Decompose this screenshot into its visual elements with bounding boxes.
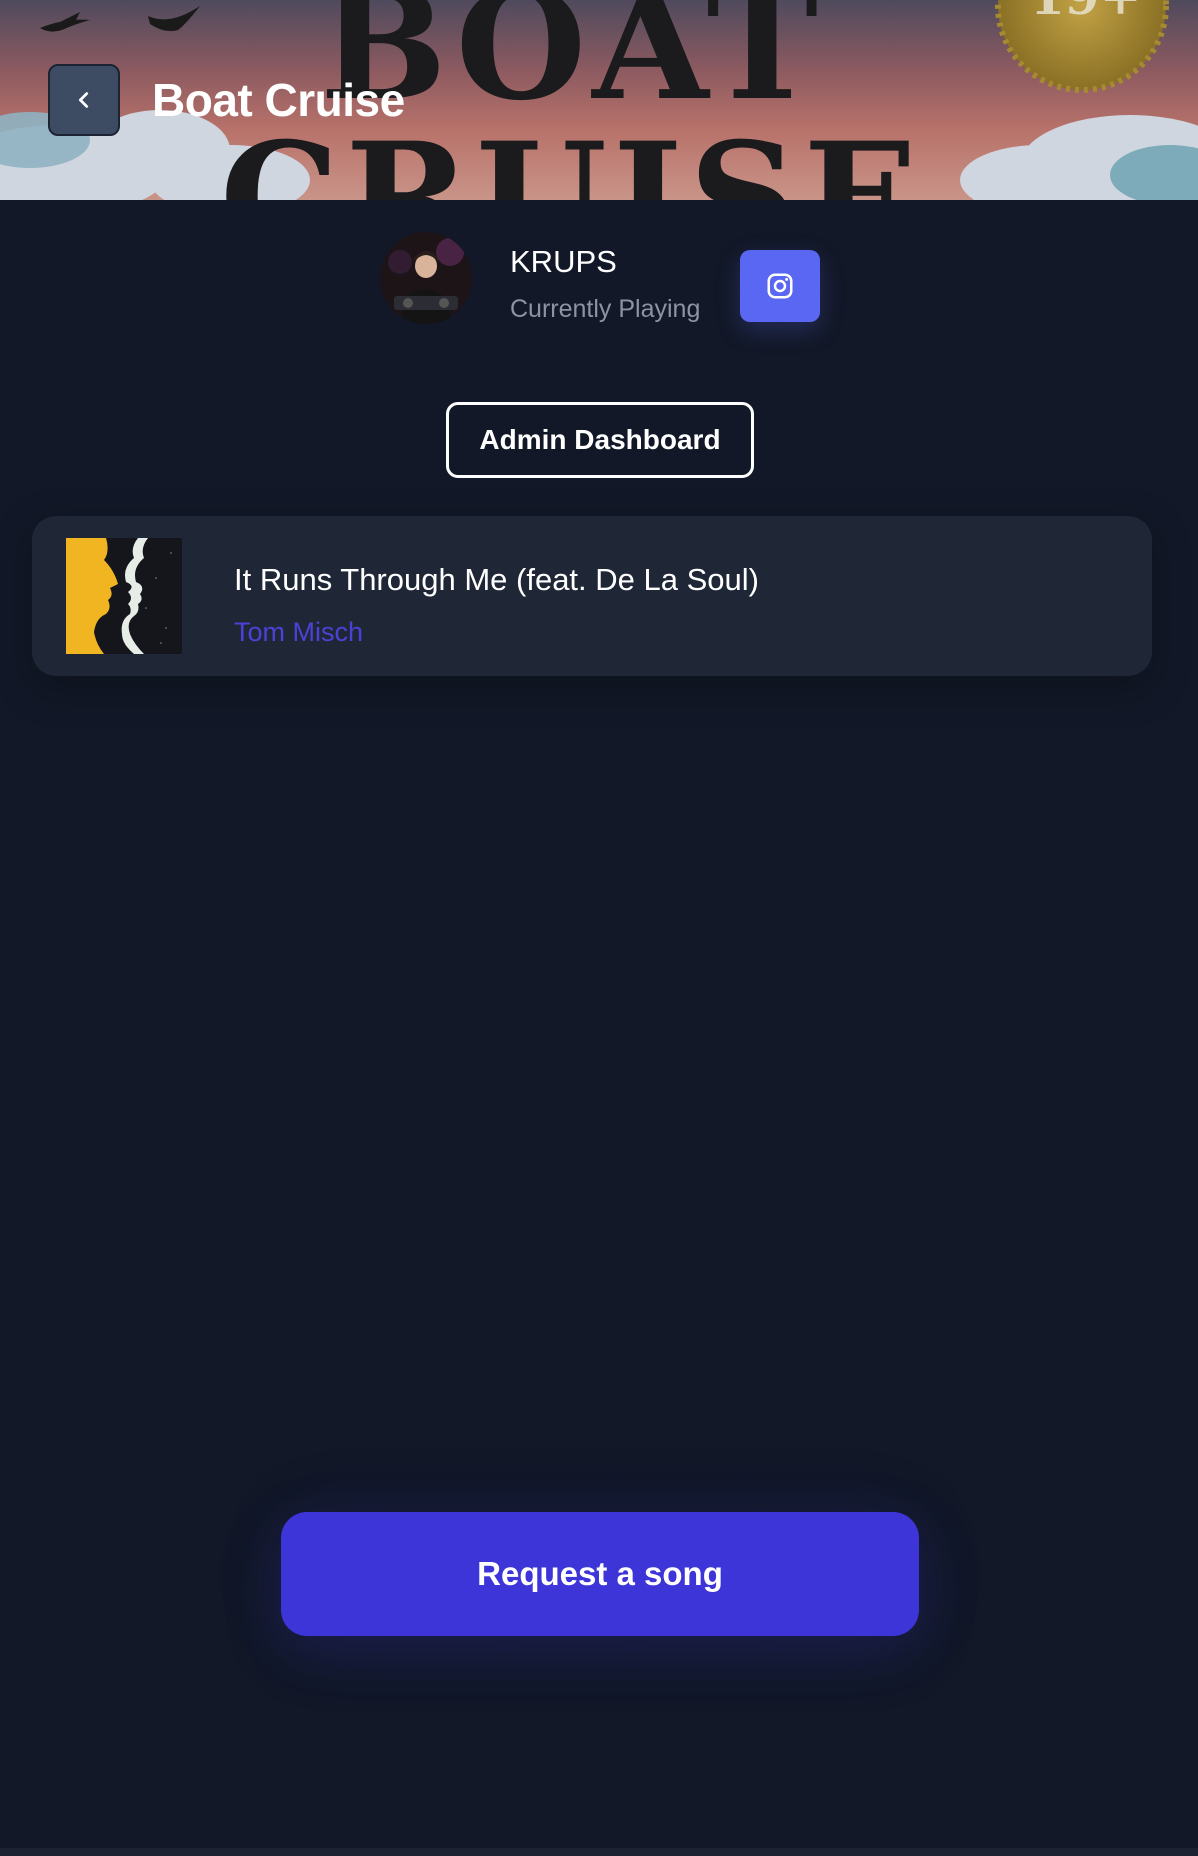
now-playing-card[interactable]: It Runs Through Me (feat. De La Soul) To… — [32, 516, 1152, 676]
page: BOAT CRUISE 19+ Boat Cruise — [0, 0, 1198, 1856]
dj-status: Currently Playing — [510, 295, 701, 323]
instagram-icon — [767, 273, 793, 299]
request-song-button[interactable]: Request a song — [281, 1512, 919, 1636]
back-button[interactable] — [48, 64, 120, 136]
album-art — [66, 538, 182, 654]
bottom-divider — [0, 1848, 1198, 1856]
event-banner: BOAT CRUISE 19+ Boat Cruise — [0, 0, 1198, 200]
dj-info: KRUPS Currently Playing — [0, 200, 1198, 370]
page-title: Boat Cruise — [152, 74, 405, 126]
dj-avatar — [380, 232, 472, 324]
chevron-left-icon — [78, 92, 89, 108]
song-artist[interactable]: Tom Misch — [234, 616, 363, 648]
dj-name: KRUPS — [510, 244, 617, 279]
song-title: It Runs Through Me (feat. De La Soul) — [234, 562, 759, 597]
svg-text:19+: 19+ — [1030, 0, 1141, 26]
admin-dashboard-button[interactable]: Admin Dashboard — [446, 402, 754, 478]
instagram-button[interactable] — [740, 250, 820, 322]
